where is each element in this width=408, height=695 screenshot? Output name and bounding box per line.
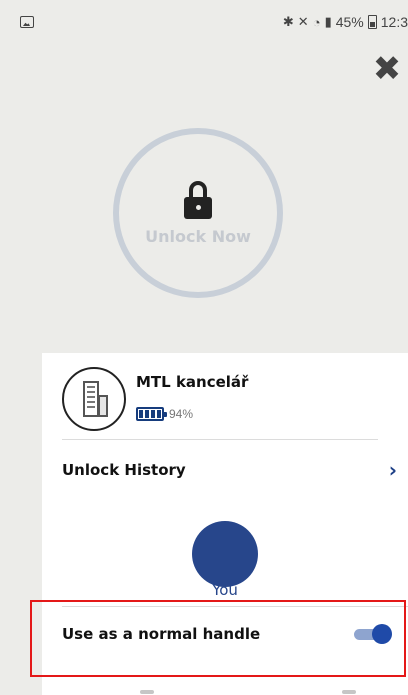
normal-handle-label: Use as a normal handle: [62, 625, 261, 643]
chevron-right-icon[interactable]: ›: [389, 460, 397, 480]
clock: 12:3: [380, 14, 408, 30]
user-avatar[interactable]: [192, 521, 258, 587]
normal-handle-row[interactable]: Use as a normal handle: [62, 619, 392, 649]
unlock-history-title: Unlock History: [62, 461, 186, 479]
divider: [62, 439, 378, 440]
close-icon: ✖: [372, 49, 402, 89]
device-name: MTL kancelář: [136, 373, 249, 391]
user-label: You: [212, 581, 238, 599]
normal-handle-toggle[interactable]: [352, 624, 392, 644]
unlock-history-row[interactable]: Unlock History ›: [62, 457, 397, 483]
wifi-icon: ◔: [312, 14, 321, 30]
status-right: ✱ ✕ ◔ ▮ 45% 12:3: [283, 14, 408, 30]
device-avatar: [62, 367, 126, 431]
status-bar: ✱ ✕ ◔ ▮ 45% 12:3: [0, 0, 408, 48]
unlock-now-label: Unlock Now: [145, 226, 251, 246]
building-icon: [79, 381, 109, 417]
battery-percent: 45%: [335, 14, 364, 30]
bottom-hint: [42, 688, 408, 695]
close-button[interactable]: ✖: [370, 52, 404, 86]
bluetooth-icon: ✱: [282, 14, 294, 29]
lock-icon: [184, 180, 212, 219]
device-battery: 94%: [136, 407, 193, 421]
signal-icon: ▮: [324, 14, 332, 29]
unlock-now-button[interactable]: Unlock Now: [113, 128, 283, 298]
battery-icon: [136, 407, 167, 421]
battery-level: 94%: [169, 407, 194, 421]
mute-icon: ✕: [297, 14, 309, 29]
device-row: MTL kancelář 94%: [62, 367, 382, 431]
battery-icon: [367, 15, 377, 29]
divider: [62, 606, 408, 607]
gallery-icon: [20, 16, 34, 28]
device-card: MTL kancelář 94% Unlock History › You Us…: [42, 353, 408, 695]
